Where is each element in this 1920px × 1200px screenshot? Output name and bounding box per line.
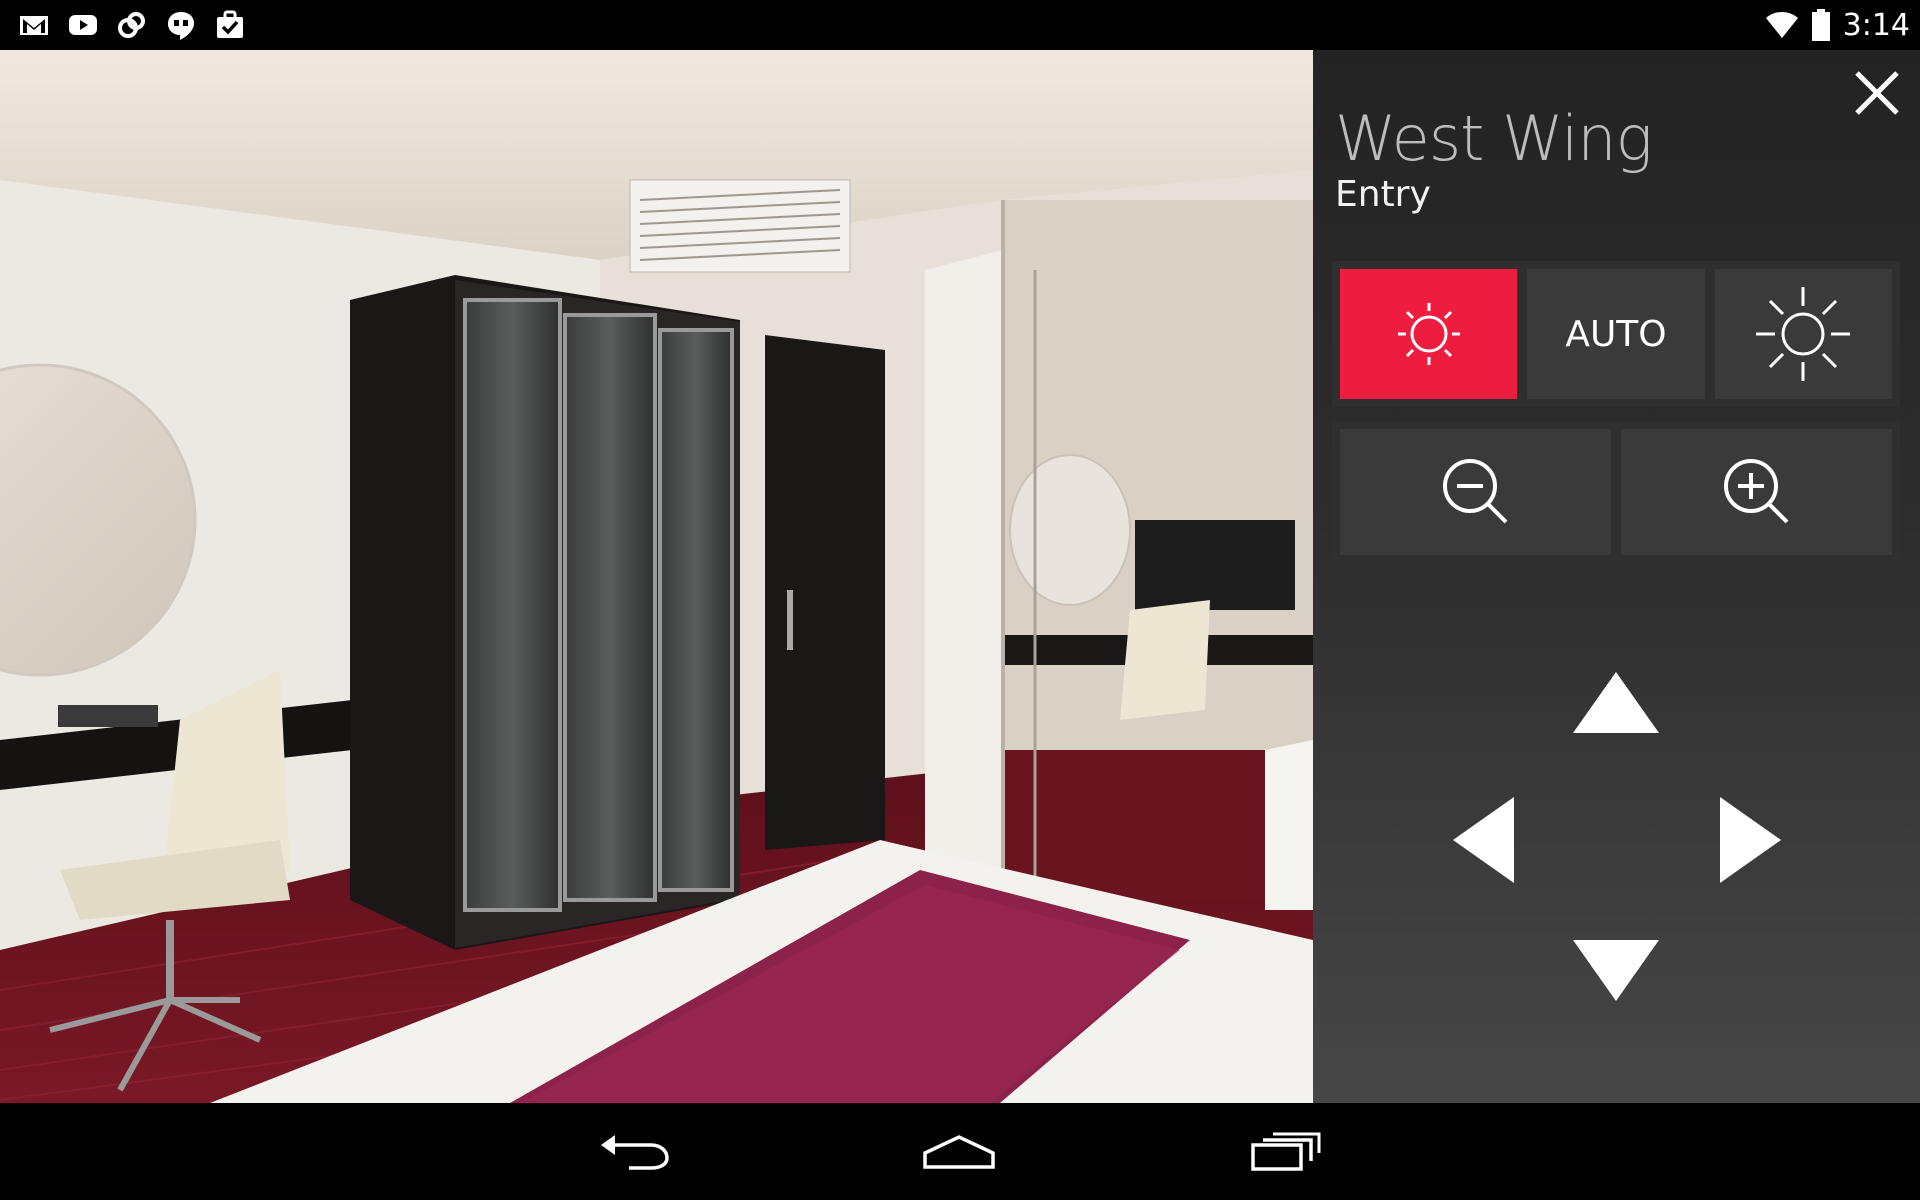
camera-image [0, 50, 1313, 1103]
auto-label: AUTO [1565, 313, 1667, 355]
clock: 3:14 [1842, 7, 1910, 43]
navigation-bar [0, 1103, 1920, 1200]
system-status: 3:14 [1765, 0, 1910, 50]
brightness-low-button[interactable] [1340, 269, 1518, 399]
camera-control-panel: West Wing Entry AUTO [1313, 50, 1920, 1103]
zoom-out-button[interactable] [1340, 429, 1611, 555]
notification-icons [18, 6, 246, 44]
back-icon [601, 1135, 669, 1170]
sync-link-icon [118, 12, 145, 38]
zoom-in-button[interactable] [1621, 429, 1892, 555]
location-title: West Wing [1335, 102, 1653, 175]
youtube-icon [69, 15, 97, 35]
brightness-high-button[interactable] [1714, 269, 1892, 399]
wifi-icon [1765, 12, 1798, 38]
camera-feed [0, 50, 1313, 1103]
hangouts-icon [168, 12, 194, 40]
zoom-out-icon [1442, 459, 1507, 524]
battery-icon [1811, 9, 1830, 41]
back-button[interactable] [590, 1121, 680, 1181]
pan-left-button[interactable] [1451, 795, 1516, 885]
status-bar: 3:14 [0, 0, 1920, 50]
brightness-auto-button[interactable]: AUTO [1527, 269, 1705, 399]
gmail-icon [20, 16, 48, 35]
zoom-controls [1332, 421, 1900, 563]
tasks-check-icon [217, 10, 243, 38]
camera-name: Entry [1335, 174, 1431, 215]
tilt-up-button[interactable] [1571, 670, 1661, 735]
zoom-in-icon [1723, 459, 1788, 524]
arrow-left-icon [1453, 797, 1514, 883]
home-button[interactable] [914, 1121, 1004, 1181]
arrow-up-icon [1573, 672, 1659, 733]
home-icon [923, 1135, 995, 1169]
tilt-down-button[interactable] [1571, 938, 1661, 1003]
sun-low-icon [1397, 303, 1460, 365]
recents-button[interactable] [1240, 1121, 1330, 1181]
pan-right-button[interactable] [1718, 795, 1783, 885]
close-icon [1855, 71, 1899, 115]
sun-high-icon [1756, 287, 1851, 381]
close-button[interactable] [1852, 68, 1902, 118]
arrow-right-icon [1720, 797, 1781, 883]
recents-icon [1251, 1132, 1321, 1171]
brightness-controls: AUTO [1332, 261, 1900, 407]
arrow-down-icon [1573, 940, 1659, 1001]
